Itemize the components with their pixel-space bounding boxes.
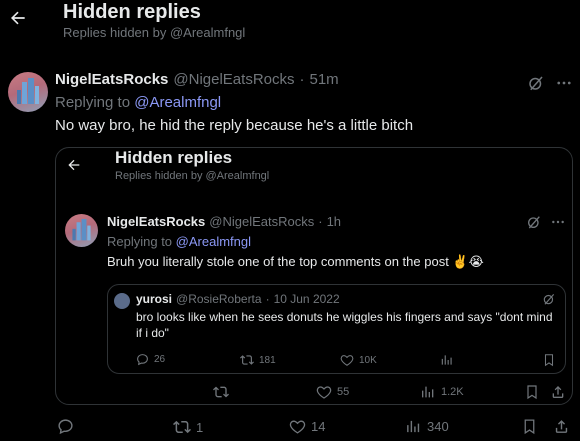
embedded-tweet-header: NigelEatsRocks @NigelEatsRocks · 1h [107, 214, 341, 229]
bookmark-icon [544, 354, 554, 367]
page-subtitle: Replies hidden by @Arealmfngl [63, 25, 246, 40]
repost-icon [173, 420, 191, 434]
share-button[interactable] [553, 418, 570, 435]
bookmark-icon [527, 385, 537, 400]
embedded-back [66, 157, 82, 173]
avatar[interactable] [8, 72, 48, 112]
quoted-replies-count: 26 [154, 354, 166, 365]
embedded-grok [526, 214, 542, 230]
reply-icon [58, 419, 73, 435]
embedded-repost [213, 384, 229, 400]
quoted-likes: 10K [340, 353, 377, 367]
replying-handle[interactable]: @Arealmfngl [134, 94, 221, 111]
reply-icon [137, 354, 148, 366]
embedded-tweet-text: Bruh you literally stole one of the top … [107, 254, 484, 269]
heart-icon [316, 386, 332, 399]
embedded-bookmark [524, 384, 540, 400]
embedded-views: 1.2K [420, 384, 464, 400]
quoted-separator: · [265, 292, 270, 306]
embedded-separator: · [318, 214, 323, 229]
arrow-left-icon [68, 159, 80, 171]
reply-button[interactable] [57, 418, 74, 435]
embedded-timestamp: 1h [326, 214, 342, 229]
heart-icon [340, 355, 354, 366]
quoted-reposts: 181 [240, 353, 276, 367]
grok-icon [543, 293, 555, 305]
tweet-text: No way bro, he hid the reply because he'… [55, 117, 414, 134]
arrow-left-icon [11, 11, 25, 25]
repost-icon [213, 386, 229, 398]
embedded-title: Hidden replies [115, 148, 233, 167]
share-icon [555, 420, 568, 433]
quoted-replies: 26 [136, 353, 165, 366]
more-icon [552, 220, 564, 224]
views-count: 340 [427, 419, 449, 434]
quoted-grok [542, 292, 556, 306]
quoted-likes-count: 10K [359, 354, 377, 366]
like-count: 14 [311, 419, 326, 434]
embedded-display-name: NigelEatsRocks [107, 214, 206, 229]
replying-prefix: Replying to [55, 94, 131, 111]
quoted-avatar [114, 293, 130, 309]
more-button[interactable] [553, 72, 575, 94]
quoted-reposts-count: 181 [259, 354, 276, 366]
grok-icon [528, 216, 540, 229]
quoted-header: yurosi @RosieRoberta · 10 Jun 2022 [136, 292, 340, 306]
action-bar: 1 14 340 [0, 418, 580, 436]
embedded-share [550, 384, 566, 400]
repost-count: 1 [196, 419, 204, 435]
embedded-replying-prefix: Replying to [107, 234, 173, 249]
timestamp[interactable]: 51m [310, 71, 339, 88]
grok-icon [529, 76, 543, 91]
separator: · [299, 71, 305, 88]
embedded-more [550, 214, 566, 230]
like-button[interactable]: 14 [289, 418, 325, 435]
bookmark-button[interactable] [521, 418, 538, 435]
quoted-handle: @RosieRoberta [176, 292, 262, 306]
share-icon [552, 386, 564, 398]
views-icon [407, 420, 420, 433]
embedded-likes-count: 55 [337, 386, 350, 398]
heart-icon [289, 420, 306, 434]
quoted-bookmark [542, 353, 556, 367]
quoted-views [440, 353, 454, 367]
more-icon [557, 81, 571, 85]
views-icon [441, 355, 452, 365]
display-name[interactable]: NigelEatsRocks [55, 71, 168, 88]
repost-button[interactable]: 1 [173, 418, 203, 436]
views-icon [422, 386, 434, 398]
embedded-handle: @NigelEatsRocks [209, 214, 315, 229]
back-button[interactable] [8, 8, 28, 28]
page-title: Hidden replies [63, 1, 201, 23]
tweet-header: NigelEatsRocks @NigelEatsRocks · 51m [55, 71, 339, 88]
embedded-avatar [65, 214, 98, 247]
bookmark-icon [524, 419, 535, 435]
quoted-tweet: yurosi @RosieRoberta · 10 Jun 2022 bro l… [107, 284, 566, 374]
embedded-replying-to: Replying to @Arealmfngl [107, 234, 251, 249]
quoted-display-name: yurosi [136, 292, 173, 306]
embedded-likes: 55 [316, 384, 349, 400]
embedded-views-count: 1.2K [441, 386, 464, 398]
embedded-replying-handle: @Arealmfngl [175, 234, 252, 249]
views-button[interactable]: 340 [405, 418, 449, 435]
repost-icon [240, 355, 254, 365]
handle[interactable]: @NigelEatsRocks [173, 71, 294, 88]
quoted-date: 10 Jun 2022 [273, 292, 340, 306]
embedded-subtitle: Replies hidden by @Arealmfngl [115, 170, 270, 182]
replying-to: Replying to @Arealmfngl [55, 94, 221, 111]
quoted-text: bro looks like when he sees donuts he wi… [136, 310, 553, 340]
grok-button[interactable] [525, 72, 547, 94]
